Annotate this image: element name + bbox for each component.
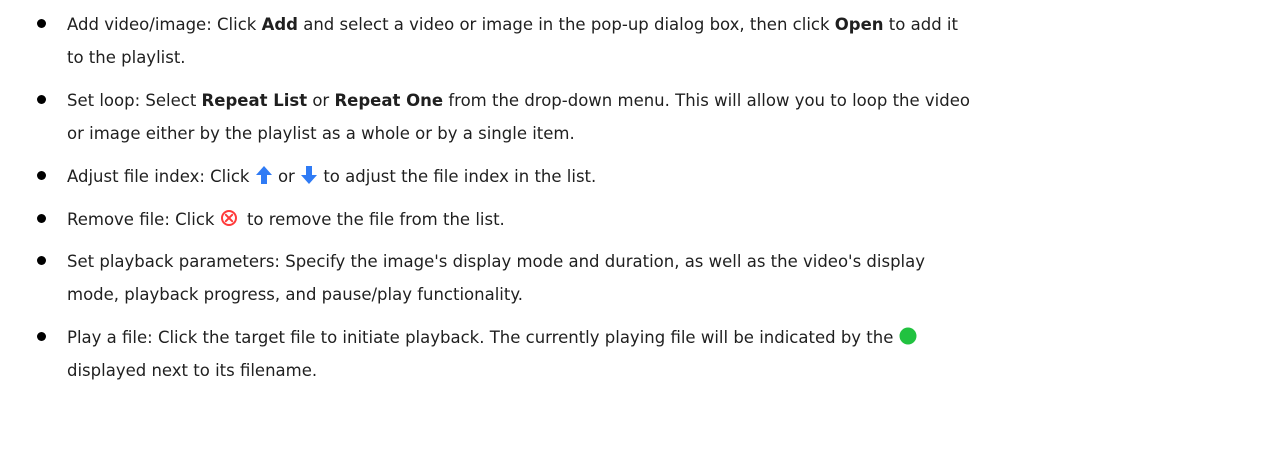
text-line: Set loop: Select Repeat List or Repeat O… xyxy=(67,84,1247,117)
item-text: from the drop-down menu. This will allow… xyxy=(443,91,970,110)
item-label: Adjust file index: Click xyxy=(67,167,255,186)
bullet-icon xyxy=(37,332,46,341)
item-label: Add video/image: Click xyxy=(67,15,262,34)
open-keyword: Open xyxy=(834,15,884,34)
list-item-text: Add video/image: Click Add and select a … xyxy=(67,8,1247,74)
text-line: mode, playback progress, and pause/play … xyxy=(67,285,524,304)
item-text: Play a file: Click the target file to in… xyxy=(67,328,899,347)
bullet-icon xyxy=(37,19,46,28)
remove-circle-x-icon xyxy=(220,209,238,227)
text-line: to the playlist. xyxy=(67,48,186,67)
list-item-text: Set loop: Select Repeat List or Repeat O… xyxy=(67,84,1247,150)
repeat-list-keyword: Repeat List xyxy=(201,91,308,110)
text-line: Adjust file index: Click or to adjust th… xyxy=(67,160,1247,193)
item-label: Remove file: Click xyxy=(67,210,220,229)
bullet-icon xyxy=(37,171,46,180)
add-keyword: Add xyxy=(261,15,298,34)
up-arrow-icon xyxy=(255,165,273,185)
bullet-icon xyxy=(37,95,46,104)
item-text: and select a video or image in the pop-u… xyxy=(297,15,835,34)
item-label: Set loop: Select xyxy=(67,91,202,110)
item-text: to remove the file from the list. xyxy=(241,210,505,229)
text-line: Add video/image: Click Add and select a … xyxy=(67,8,1247,41)
list-item-text: Play a file: Click the target file to in… xyxy=(67,321,1247,387)
item-text: or xyxy=(307,91,335,110)
list-item-text: Set playback parameters: Specify the ima… xyxy=(67,245,1247,311)
text-line: displayed next to its filename. xyxy=(67,361,318,380)
text-line: Play a file: Click the target file to in… xyxy=(67,321,1247,354)
down-arrow-icon xyxy=(300,165,318,185)
item-text: or xyxy=(272,167,301,186)
text-line: or image either by the playlist as a who… xyxy=(67,124,575,143)
item-text: to add it xyxy=(883,15,958,34)
text-line: Set playback parameters: Specify the ima… xyxy=(67,252,926,271)
text-line: Remove file: Click to remove the file fr… xyxy=(67,203,1247,236)
bullet-icon xyxy=(37,256,46,265)
item-text: to adjust the file index in the list. xyxy=(318,167,597,186)
playing-indicator-green-dot-icon xyxy=(899,327,917,345)
list-item-text: Remove file: Click to remove the file fr… xyxy=(67,203,1247,236)
repeat-one-keyword: Repeat One xyxy=(334,91,444,110)
list-item-text: Adjust file index: Click or to adjust th… xyxy=(67,160,1247,193)
document: Add video/image: Click Add and select a … xyxy=(0,0,1264,465)
bullet-icon xyxy=(37,214,46,223)
